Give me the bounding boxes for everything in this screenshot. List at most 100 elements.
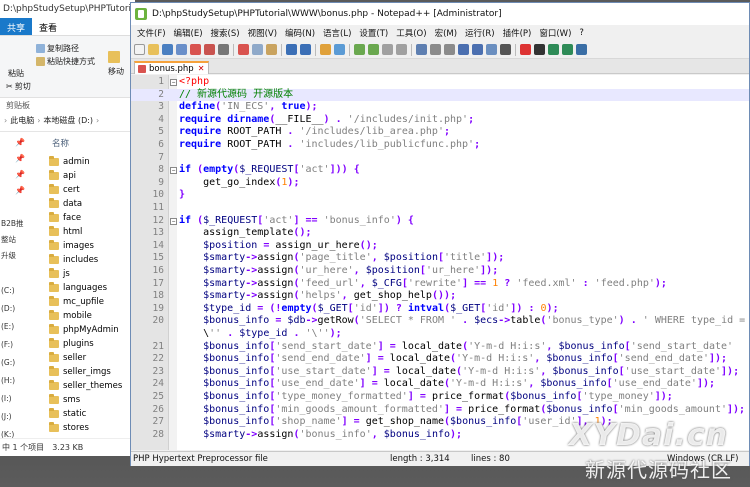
folder-row[interactable]: stores bbox=[49, 421, 89, 435]
copy-path-button[interactable]: 复制路径 bbox=[36, 43, 79, 54]
nav-item-drive-g[interactable]: (G:) bbox=[1, 358, 15, 367]
nav-item[interactable]: B2B推 bbox=[1, 218, 24, 229]
folder-row[interactable]: face bbox=[49, 211, 81, 225]
nav-item-drive-h[interactable]: (H:) bbox=[1, 376, 15, 385]
code-line[interactable]: 3 define('IN_ECS', true); bbox=[131, 101, 749, 114]
paste-icon[interactable] bbox=[266, 44, 277, 55]
menu-settings[interactable]: 设置(T) bbox=[355, 27, 392, 39]
folder-row[interactable]: cert bbox=[49, 183, 80, 197]
fold-toggle-icon[interactable]: − bbox=[170, 167, 177, 175]
code-line[interactable]: 13 assign_template(); bbox=[131, 227, 749, 240]
nav-item[interactable]: 整站 bbox=[1, 234, 16, 245]
code-line[interactable]: 2 // 新源代源码 开源版本 bbox=[131, 88, 749, 102]
redo-icon[interactable] bbox=[300, 44, 311, 55]
cut-icon[interactable] bbox=[238, 44, 249, 55]
indent-guide-icon[interactable] bbox=[444, 44, 455, 55]
monitoring-icon[interactable] bbox=[500, 44, 511, 55]
folder-row[interactable]: seller bbox=[49, 351, 86, 365]
code-line[interactable]: 1− <?php bbox=[131, 76, 749, 89]
folder-row[interactable]: api bbox=[49, 169, 76, 183]
sync-scroll-icon[interactable] bbox=[382, 44, 393, 55]
tab-share[interactable]: 共享 bbox=[0, 18, 33, 35]
code-editor[interactable]: 1− <?php 2// 新源代源码 开源版本 3 define('IN_ECS', t… bbox=[131, 75, 749, 450]
menu-search[interactable]: 搜索(S) bbox=[207, 27, 244, 39]
menu-help[interactable]: ? bbox=[575, 28, 588, 38]
menu-run[interactable]: 运行(R) bbox=[461, 27, 499, 39]
code-line[interactable]: 23 $bonus_info['use_start_date'] = local… bbox=[131, 366, 749, 379]
code-line[interactable]: \'' . $type_id . '\''); bbox=[131, 328, 749, 341]
word-wrap-icon[interactable] bbox=[416, 44, 427, 55]
sync-horizontal-icon[interactable] bbox=[396, 44, 407, 55]
code-line[interactable]: 28 $smarty->assign('bonus_info', $bonus_… bbox=[131, 429, 749, 442]
code-line[interactable]: 17 $smarty->assign('feed_url', $_CFG['re… bbox=[131, 278, 749, 291]
new-file-icon[interactable] bbox=[134, 44, 145, 55]
cut-button[interactable]: ✂ 剪切 bbox=[6, 81, 31, 92]
code-line[interactable]: 16 $smarty->assign('ur_here', $position[… bbox=[131, 265, 749, 278]
folder-row[interactable]: languages bbox=[49, 281, 107, 295]
folder-row[interactable]: plugins bbox=[49, 337, 94, 351]
play-macro-icon[interactable] bbox=[548, 44, 559, 55]
nav-item-drive-e[interactable]: (E:) bbox=[1, 322, 14, 331]
run-macro-multiple-icon[interactable] bbox=[562, 44, 573, 55]
code-line[interactable]: 9 get_go_index(1); bbox=[131, 177, 749, 190]
breadcrumb-drive-d[interactable]: 本地磁盘 (D:) bbox=[43, 115, 93, 126]
show-all-chars-icon[interactable] bbox=[430, 44, 441, 55]
folder-row[interactable]: mobile bbox=[49, 309, 92, 323]
copy-icon[interactable] bbox=[252, 44, 263, 55]
paste-shortcut-button[interactable]: 粘贴快捷方式 bbox=[36, 56, 95, 67]
nav-item-drive-d[interactable]: (D:) bbox=[1, 304, 15, 313]
nav-item-drive-c[interactable]: (C:) bbox=[1, 286, 15, 295]
fold-toggle-icon[interactable]: − bbox=[170, 217, 177, 225]
open-file-icon[interactable] bbox=[148, 44, 159, 55]
folder-row[interactable]: seller_themes bbox=[49, 379, 122, 393]
folder-row[interactable]: html bbox=[49, 225, 82, 239]
menu-macro[interactable]: 宏(M) bbox=[431, 27, 461, 39]
folder-row[interactable]: sms bbox=[49, 393, 80, 407]
code-line[interactable]: 18 $smarty->assign('helps', get_shop_hel… bbox=[131, 290, 749, 303]
folder-row[interactable]: data bbox=[49, 197, 82, 211]
code-line[interactable]: 12− if ($_REQUEST['act'] == 'bonus_info')… bbox=[131, 215, 749, 228]
menu-tools[interactable]: 工具(O) bbox=[392, 27, 430, 39]
menu-edit[interactable]: 编辑(E) bbox=[170, 27, 207, 39]
code-line[interactable]: 15 $smarty->assign('page_title', $positi… bbox=[131, 252, 749, 265]
menu-file[interactable]: 文件(F) bbox=[133, 27, 170, 39]
menu-window[interactable]: 窗口(W) bbox=[535, 27, 575, 39]
code-line[interactable]: 26 $bonus_info['min_goods_amount_formatt… bbox=[131, 404, 749, 417]
code-line[interactable]: 19 $type_id = (!empty($_GET['id']) ? int… bbox=[131, 303, 749, 316]
folder-row[interactable]: static bbox=[49, 407, 86, 421]
zoom-in-icon[interactable] bbox=[354, 44, 365, 55]
code-line[interactable]: 8− if (empty($_REQUEST['act'])) { bbox=[131, 164, 749, 177]
code-line[interactable]: 20 $bonus_info = $db->getRow('SELECT * F… bbox=[131, 315, 749, 328]
code-line[interactable]: 5 require ROOT_PATH . '/includes/lib_area… bbox=[131, 126, 749, 139]
save-all-icon[interactable] bbox=[176, 44, 187, 55]
code-line[interactable]: 4 require dirname(__FILE__) . '/includes/… bbox=[131, 114, 749, 127]
folder-workspace-icon[interactable] bbox=[486, 44, 497, 55]
code-line[interactable]: 11 bbox=[131, 202, 749, 215]
find-icon[interactable] bbox=[320, 44, 331, 55]
folder-row[interactable]: admin bbox=[49, 155, 90, 169]
code-line[interactable]: 22 $bonus_info['send_end_date'] = local_… bbox=[131, 353, 749, 366]
nav-item-drive-i[interactable]: (I:) bbox=[1, 394, 12, 403]
code-line[interactable]: 27 $bonus_info['shop_name'] = get_shop_n… bbox=[131, 416, 749, 429]
move-to-button[interactable] bbox=[108, 51, 120, 63]
save-icon[interactable] bbox=[162, 44, 173, 55]
save-macro-icon[interactable] bbox=[576, 44, 587, 55]
function-list-icon[interactable] bbox=[472, 44, 483, 55]
fold-toggle-icon[interactable]: − bbox=[170, 79, 177, 86]
paste-button[interactable]: 粘贴 bbox=[8, 68, 24, 79]
record-macro-icon[interactable] bbox=[520, 44, 531, 55]
stop-macro-icon[interactable] bbox=[534, 44, 545, 55]
code-line[interactable]: 25 $bonus_info['type_money_formatted'] =… bbox=[131, 391, 749, 404]
code-line[interactable]: 24 $bonus_info['use_end_date'] = local_d… bbox=[131, 378, 749, 391]
column-header-name[interactable]: 名称 bbox=[52, 137, 69, 149]
folder-row[interactable]: mc_upfile bbox=[49, 295, 104, 309]
close-file-icon[interactable] bbox=[190, 44, 201, 55]
code-line[interactable]: 21 $bonus_info['send_start_date'] = loca… bbox=[131, 341, 749, 354]
close-all-icon[interactable] bbox=[204, 44, 215, 55]
tab-bonus-php[interactable]: bonus.php ✕ bbox=[134, 61, 210, 74]
nav-item-drive-j[interactable]: (J:) bbox=[1, 412, 12, 421]
tab-view[interactable]: 查看 bbox=[32, 18, 64, 35]
zoom-out-icon[interactable] bbox=[368, 44, 379, 55]
undo-icon[interactable] bbox=[286, 44, 297, 55]
menu-encoding[interactable]: 编码(N) bbox=[281, 27, 319, 39]
